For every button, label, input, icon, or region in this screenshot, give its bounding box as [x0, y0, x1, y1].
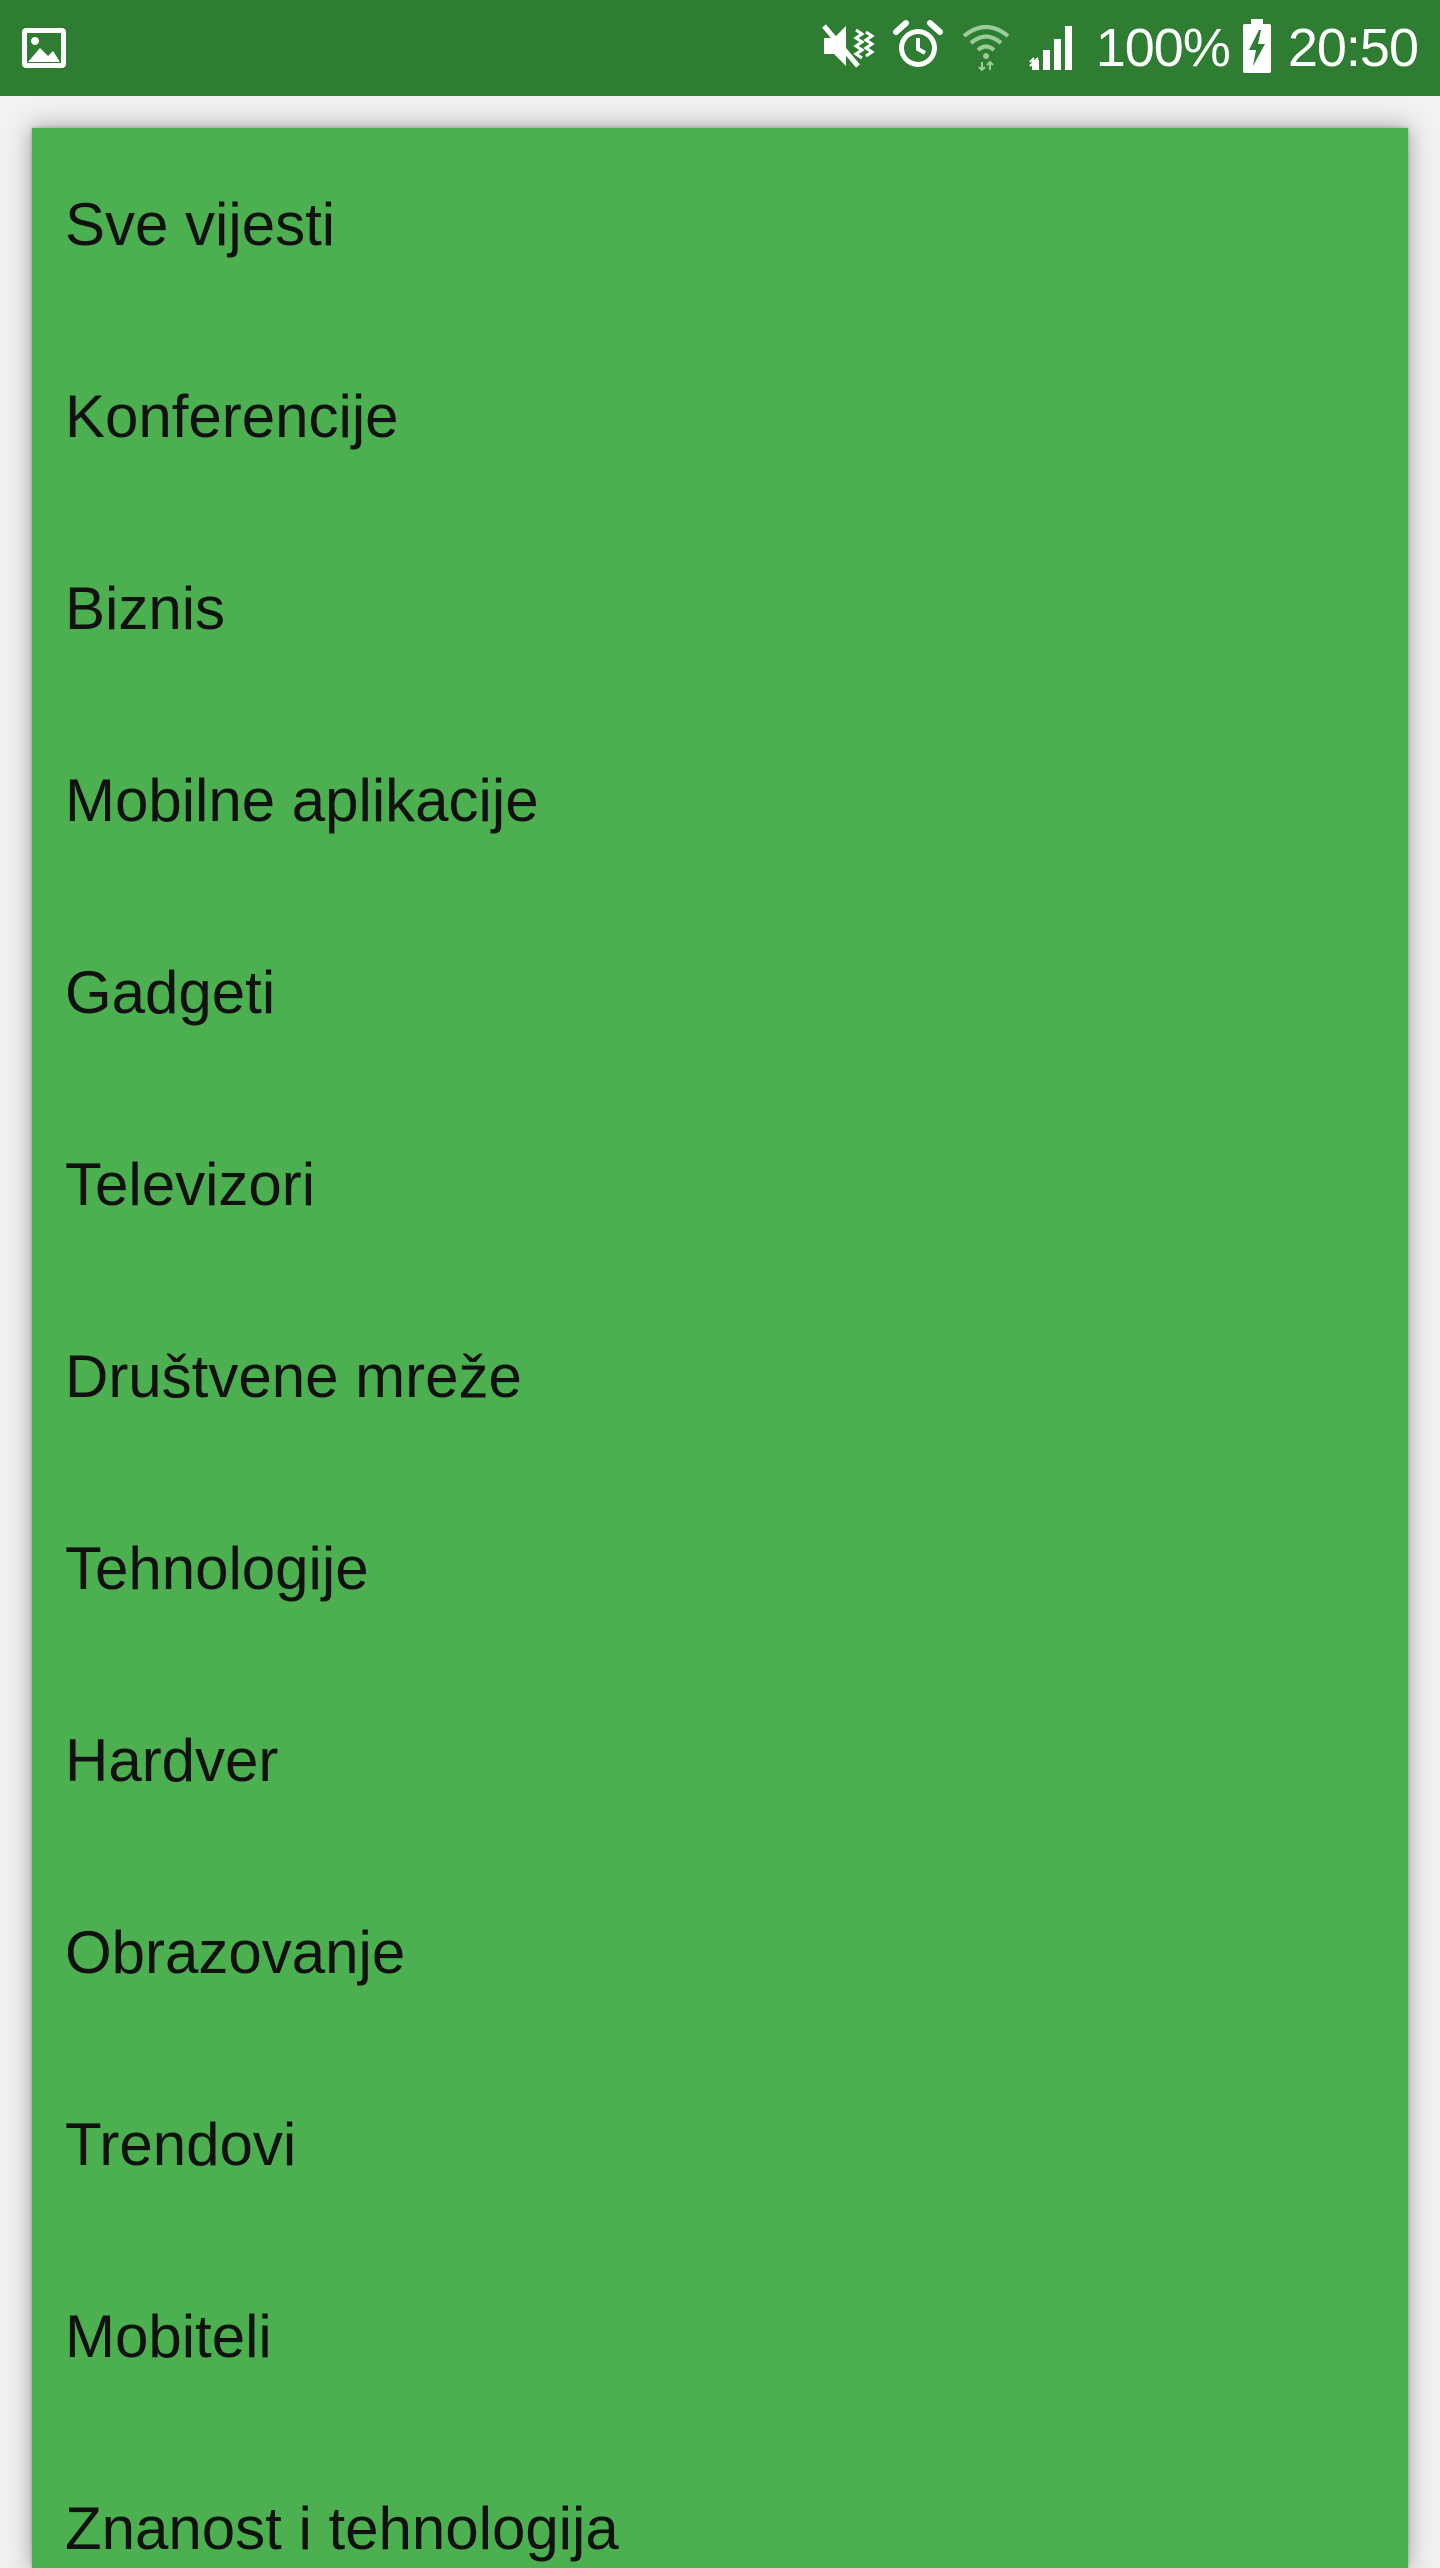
menu-item-label: Znanost i tehnologija — [65, 2494, 619, 2562]
menu-item-label: Društvene mreže — [65, 1342, 522, 1410]
menu-item-label: Sve vijesti — [65, 190, 336, 258]
menu-item-drustvene-mreze[interactable]: Društvene mreže — [32, 1280, 1408, 1472]
menu-item-hardver[interactable]: Hardver — [32, 1664, 1408, 1856]
status-icons: 100% 20:50 — [820, 0, 1419, 96]
wifi-icon — [960, 20, 1012, 77]
menu-item-znanost-i-tehnologija[interactable]: Znanost i tehnologija — [32, 2432, 1408, 2568]
menu-item-label: Tehnologije — [65, 1534, 369, 1602]
mute-vibrate-icon — [820, 20, 876, 77]
clock-time: 20:50 — [1287, 18, 1419, 78]
menu-item-label: Hardver — [65, 1726, 279, 1794]
battery-percent: 100% — [1095, 18, 1231, 78]
menu-item-label: Biznis — [65, 574, 226, 642]
menu-item-label: Mobiteli — [65, 2302, 272, 2370]
menu-item-label: Trendovi — [65, 2110, 297, 2178]
menu-item-mobiteli[interactable]: Mobiteli — [32, 2240, 1408, 2432]
battery-charging-icon — [1242, 18, 1272, 79]
menu-item-televizori[interactable]: Televizori — [32, 1088, 1408, 1280]
menu-item-label: Obrazovanje — [65, 1918, 406, 1986]
alarm-icon — [892, 19, 944, 77]
menu-item-label: Konferencije — [65, 382, 399, 450]
signal-icon — [1028, 20, 1080, 77]
menu-item-mobilne-aplikacije[interactable]: Mobilne aplikacije — [32, 704, 1408, 896]
menu-item-trendovi[interactable]: Trendovi — [32, 2048, 1408, 2240]
menu-item-label: Mobilne aplikacije — [65, 766, 539, 834]
menu-item-gadgeti[interactable]: Gadgeti — [32, 896, 1408, 1088]
menu-item-sve-vijesti[interactable]: Sve vijesti — [32, 128, 1408, 320]
image-notification-icon — [20, 24, 68, 72]
menu-item-tehnologije[interactable]: Tehnologije — [32, 1472, 1408, 1664]
menu-item-obrazovanje[interactable]: Obrazovanje — [32, 1856, 1408, 2048]
menu-item-label: Televizori — [65, 1150, 316, 1218]
category-dropdown-menu: Sve vijesti Konferencije Biznis Mobilne … — [32, 128, 1408, 2568]
menu-item-label: Gadgeti — [65, 958, 276, 1026]
menu-item-biznis[interactable]: Biznis — [32, 512, 1408, 704]
category-list: Sve vijesti Konferencije Biznis Mobilne … — [32, 128, 1408, 2568]
status-bar: 100% 20:50 — [0, 0, 1440, 96]
menu-item-konferencije[interactable]: Konferencije — [32, 320, 1408, 512]
